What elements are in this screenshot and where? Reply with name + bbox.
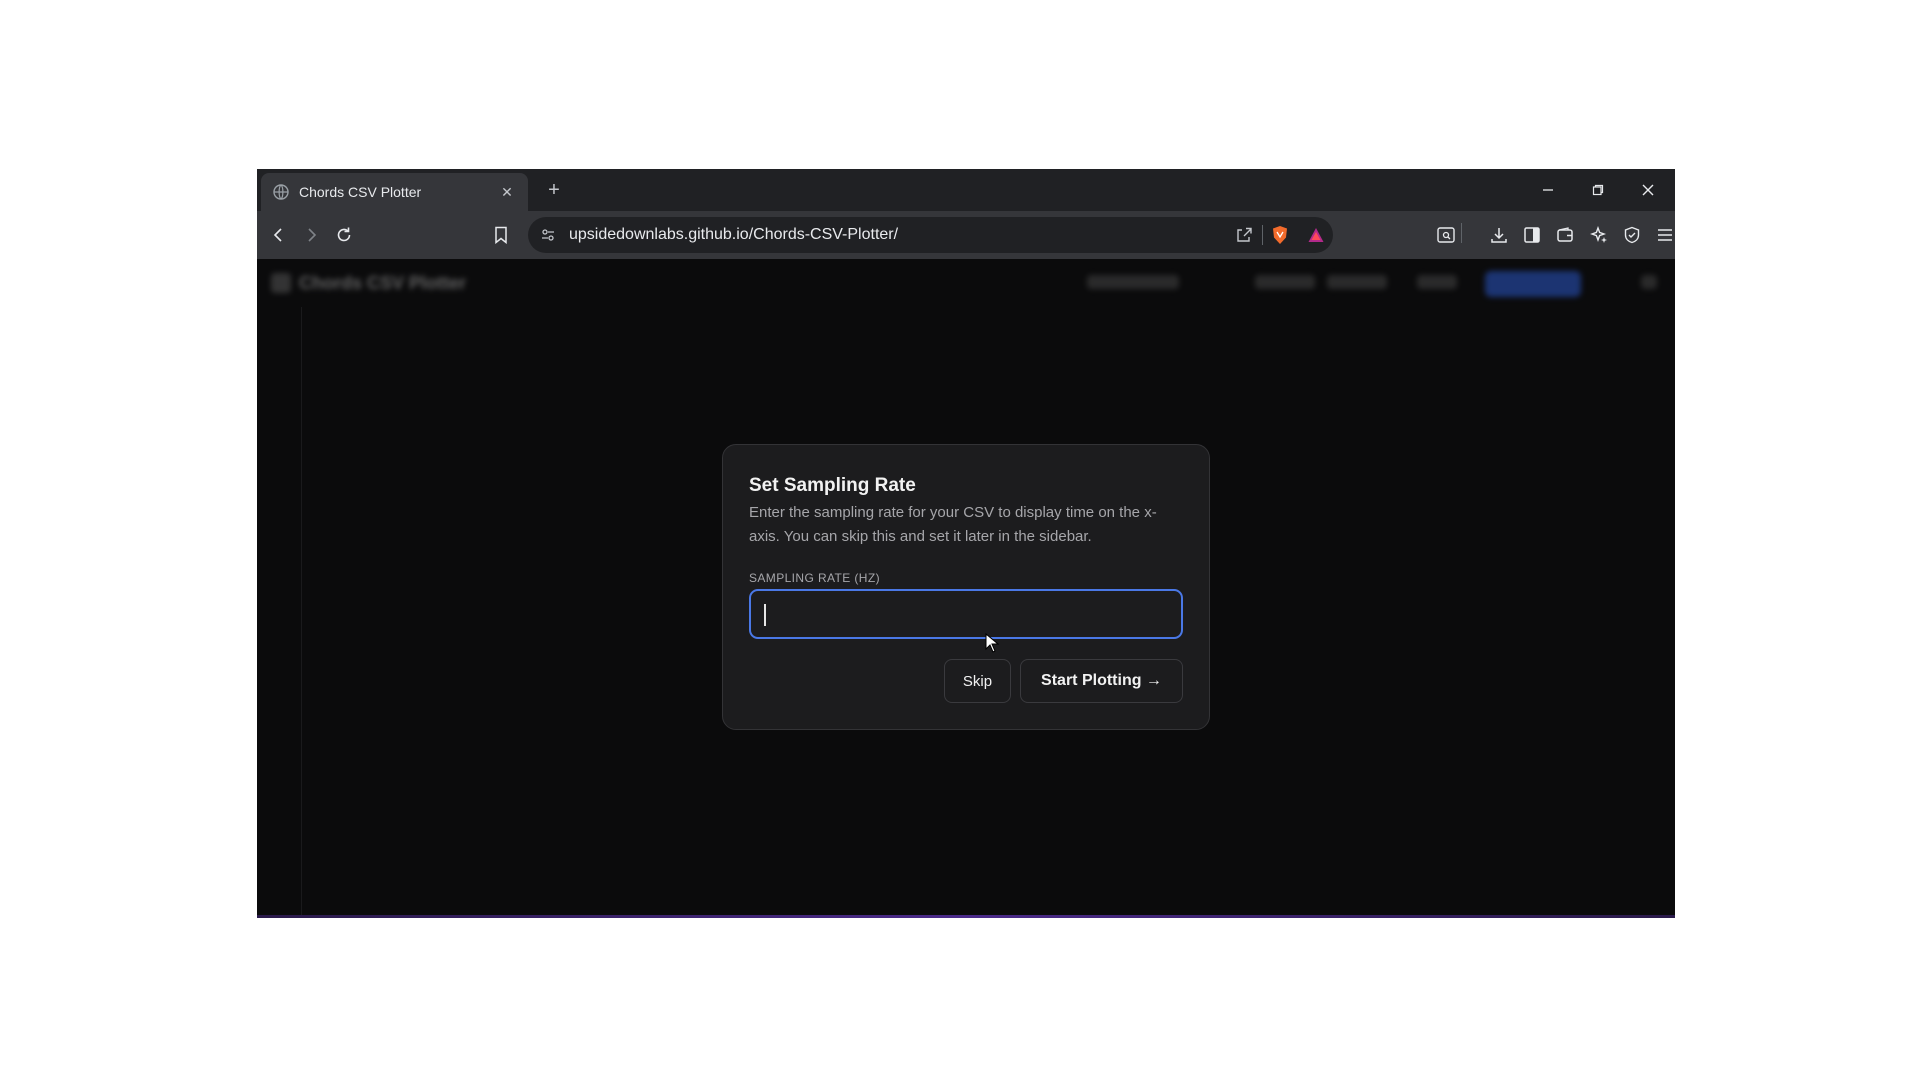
tab-chords-csv-plotter[interactable]: Chords CSV Plotter ✕ xyxy=(261,173,528,211)
globe-icon xyxy=(273,184,289,200)
blurred-app-header: Chords CSV Plotter xyxy=(257,259,1675,307)
close-tab-icon[interactable]: ✕ xyxy=(498,184,516,201)
back-icon[interactable] xyxy=(267,223,291,247)
tab-strip: Chords CSV Plotter ✕ + xyxy=(257,169,1675,211)
screenshot-icon[interactable] xyxy=(1434,223,1458,247)
blurred-header-item xyxy=(1255,275,1315,289)
separator xyxy=(1461,223,1462,243)
tab-title: Chords CSV Plotter xyxy=(299,184,422,200)
wallet-icon[interactable] xyxy=(1553,223,1577,247)
restore-icon[interactable] xyxy=(1575,175,1621,205)
blurred-header-item xyxy=(1327,275,1387,289)
blurred-header-item xyxy=(1641,275,1657,289)
blurred-primary-button xyxy=(1485,271,1581,297)
sidebar-toggle-icon[interactable] xyxy=(1520,223,1544,247)
sampling-rate-input[interactable] xyxy=(749,589,1183,639)
sidebar-divider xyxy=(301,307,302,918)
share-icon[interactable] xyxy=(1234,225,1254,245)
url-text: upsidedownlabs.github.io/Chords-CSV-Plot… xyxy=(569,226,899,243)
blurred-header-item xyxy=(1417,275,1457,289)
page-content: Chords CSV Plotter Set Sampling Rate Ent… xyxy=(257,259,1675,918)
app-logo xyxy=(271,273,291,293)
bottom-accent-line xyxy=(257,915,1675,918)
download-icon[interactable] xyxy=(1487,223,1511,247)
start-plotting-button[interactable]: Start Plotting → xyxy=(1020,659,1183,703)
skip-button[interactable]: Skip xyxy=(944,659,1011,703)
dialog-description: Enter the sampling rate for your CSV to … xyxy=(749,504,1157,545)
brave-rewards-icon[interactable] xyxy=(1306,225,1326,245)
bookmark-icon[interactable] xyxy=(489,223,513,247)
address-bar[interactable]: upsidedownlabs.github.io/Chords-CSV-Plot… xyxy=(528,217,1333,253)
mouse-cursor-icon xyxy=(985,633,999,653)
forward-icon[interactable] xyxy=(299,223,323,247)
browser-toolbar: upsidedownlabs.github.io/Chords-CSV-Plot… xyxy=(257,211,1675,259)
text-caret xyxy=(764,604,766,626)
dialog-title: Set Sampling Rate xyxy=(749,475,916,496)
leo-ai-icon[interactable] xyxy=(1587,223,1611,247)
new-tab-icon[interactable]: + xyxy=(542,178,566,202)
minimize-icon[interactable] xyxy=(1525,175,1571,205)
sampling-rate-dialog: Set Sampling Rate Enter the sampling rat… xyxy=(722,444,1210,730)
blurred-header-item xyxy=(1087,275,1179,289)
close-window-icon[interactable] xyxy=(1625,175,1671,205)
menu-icon[interactable] xyxy=(1653,223,1675,247)
brave-shields-icon[interactable] xyxy=(1270,225,1290,245)
separator xyxy=(1262,225,1263,245)
site-settings-icon[interactable] xyxy=(538,225,558,245)
vpn-shield-icon[interactable] xyxy=(1620,223,1644,247)
sampling-rate-label: SAMPLING RATE (HZ) xyxy=(749,571,880,585)
reload-icon[interactable] xyxy=(332,223,356,247)
app-title: Chords CSV Plotter xyxy=(299,273,467,293)
browser-window: Chords CSV Plotter ✕ + upsidedownlabs.gi… xyxy=(257,169,1675,918)
